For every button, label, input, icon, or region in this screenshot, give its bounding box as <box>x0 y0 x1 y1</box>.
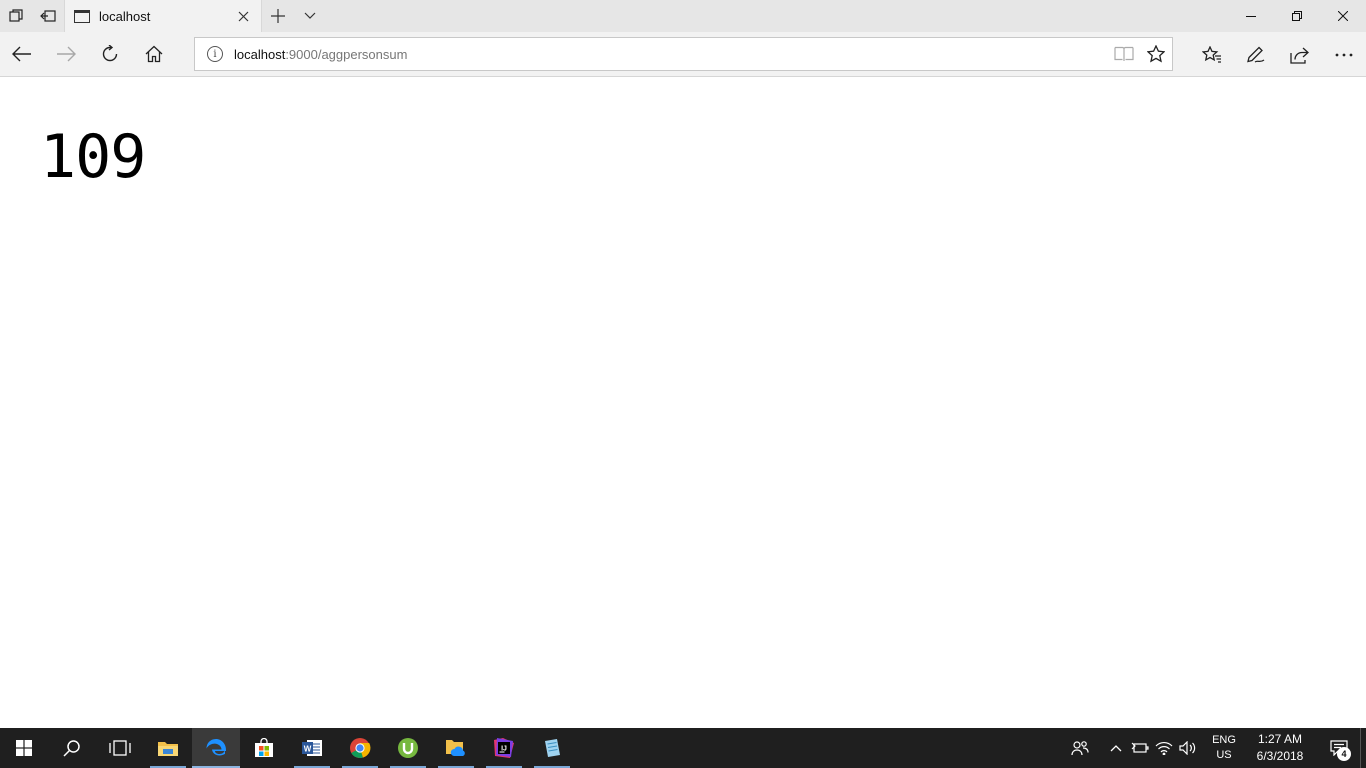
file-explorer-icon[interactable] <box>144 728 192 768</box>
wifi-icon[interactable] <box>1152 728 1176 768</box>
title-bar: localhost <box>0 0 1366 32</box>
favorite-star-icon[interactable] <box>1140 38 1172 70</box>
site-info-icon[interactable]: i <box>207 46 223 62</box>
back-button[interactable] <box>0 32 44 77</box>
home-button[interactable] <box>132 32 176 77</box>
volume-icon[interactable] <box>1176 728 1200 768</box>
action-center-notifications-icon[interactable]: 4 <box>1318 728 1360 768</box>
url-host: localhost <box>234 46 286 62</box>
show-desktop-button[interactable] <box>1360 728 1366 768</box>
forward-button[interactable] <box>44 32 88 77</box>
page-content: 109 <box>0 77 1366 728</box>
edge-browser-icon[interactable] <box>192 728 240 768</box>
set-tabs-aside-icon[interactable] <box>32 0 64 32</box>
microsoft-store-icon[interactable] <box>240 728 288 768</box>
notification-count-badge: 4 <box>1337 747 1351 761</box>
share-icon[interactable] <box>1278 32 1322 77</box>
show-hidden-icons-chevron-up-icon[interactable] <box>1104 728 1128 768</box>
url-path: :9000/aggpersonsum <box>285 46 408 62</box>
toolbar-actions <box>1190 32 1366 77</box>
web-note-pen-icon[interactable] <box>1234 32 1278 77</box>
word-icon[interactable]: W <box>288 728 336 768</box>
task-view-icon[interactable] <box>96 728 144 768</box>
refresh-button[interactable] <box>88 32 132 77</box>
reading-view-icon[interactable] <box>1108 38 1140 70</box>
restore-button[interactable] <box>1274 0 1320 32</box>
navigation-bar: i localhost :9000/aggpersonsum <box>0 32 1366 77</box>
active-tab[interactable]: localhost <box>64 0 262 32</box>
svg-text:IJ: IJ <box>501 746 507 753</box>
taskbar: W IJ ENG US 1:27 AM 6/3/2018 4 <box>0 728 1366 768</box>
battery-icon[interactable] <box>1128 728 1152 768</box>
start-button-windows-icon[interactable] <box>0 728 48 768</box>
language-code: ENG <box>1212 734 1236 746</box>
page-icon <box>74 9 90 23</box>
address-bar-actions <box>1108 38 1172 70</box>
keyboard-layout: US <box>1216 749 1232 761</box>
title-bar-drag-area[interactable] <box>326 0 1228 32</box>
new-tab-button[interactable] <box>262 0 294 32</box>
close-window-button[interactable] <box>1320 0 1366 32</box>
tab-preview-chevron-down-icon[interactable] <box>294 0 326 32</box>
close-tab-icon[interactable] <box>235 8 251 24</box>
tab-title: localhost <box>99 8 151 24</box>
result-value: 109 <box>40 122 146 192</box>
onedrive-files-icon[interactable] <box>432 728 480 768</box>
clock[interactable]: 1:27 AM 6/3/2018 <box>1242 728 1318 768</box>
favorites-hub-icon[interactable] <box>1190 32 1234 77</box>
more-options-icon[interactable] <box>1322 32 1366 77</box>
notepad-icon[interactable] <box>528 728 576 768</box>
search-icon[interactable] <box>48 728 96 768</box>
minimize-button[interactable] <box>1228 0 1274 32</box>
clock-time: 1:27 AM <box>1257 732 1303 746</box>
people-icon[interactable] <box>1068 728 1092 768</box>
tabs-aside-icon[interactable] <box>0 0 32 32</box>
input-language-indicator[interactable]: ENG US <box>1206 728 1242 768</box>
address-bar[interactable]: i localhost :9000/aggpersonsum <box>194 37 1173 71</box>
utorrent-icon[interactable] <box>384 728 432 768</box>
clock-date: 6/3/2018 <box>1256 749 1304 763</box>
chrome-icon[interactable] <box>336 728 384 768</box>
svg-text:W: W <box>304 745 312 754</box>
intellij-idea-icon[interactable]: IJ <box>480 728 528 768</box>
system-tray: ENG US 1:27 AM 6/3/2018 4 <box>1068 728 1366 768</box>
